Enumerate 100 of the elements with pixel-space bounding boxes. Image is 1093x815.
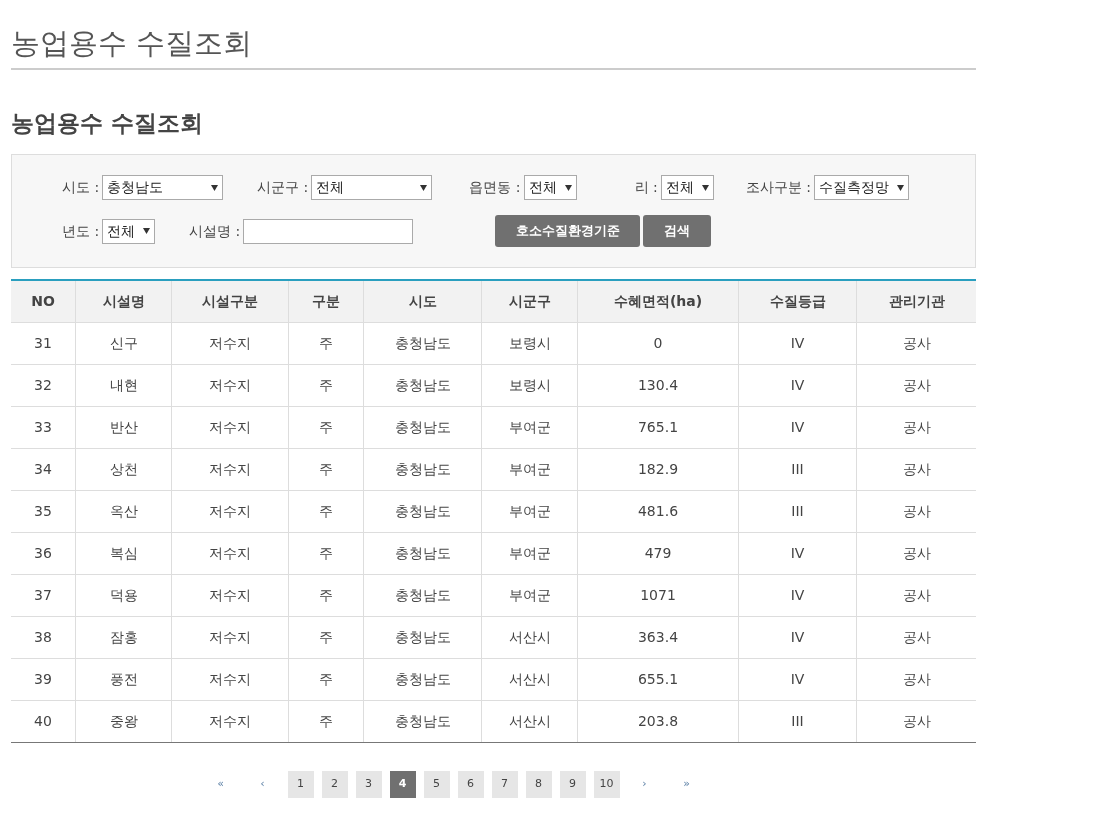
table-cell: IV [739,323,857,364]
filter-label: 시설명 : [189,221,241,241]
table-cell: 저수지 [172,617,289,658]
column-header: 시도 [364,281,482,322]
column-header: NO [11,281,76,322]
page-link[interactable]: 8 [525,771,552,798]
select-dropdown[interactable]: 충청남도 [102,175,224,200]
column-header: 관리기관 [887,292,946,311]
filter-label: 시도 : [62,178,100,197]
table-cell: 저수지 [172,533,289,574]
table-cell: 주 [289,533,364,574]
table-cell: 중왕 [76,701,172,742]
table-cell: 보령시 [482,365,578,406]
page-link[interactable]: 6 [457,771,484,798]
page-link[interactable]: 4 [389,771,416,798]
table-cell: 반산 [76,407,172,448]
table-cell: 충청남도 [364,533,482,574]
select-dropdown[interactable]: 전체 [523,175,577,200]
table-cell: 옥산 [76,491,172,532]
column-header: 시군구 [482,281,578,322]
table-cell: IV [739,365,857,406]
select-dropdown[interactable]: 전체 [660,175,714,200]
table-cell-text: 공사 [901,712,932,731]
caret-icon [896,184,904,191]
table-cell: 32 [11,365,76,406]
table-cell: 충청남도 [364,323,482,364]
column-header: 수질등급 [739,281,857,322]
filter-label: 년도 : [62,221,100,241]
last-page-link[interactable]: » [669,776,704,793]
table-cell: 주 [289,701,364,742]
table-cell: 충청남도 [364,659,482,700]
table-cell: III [739,449,857,490]
table-cell: 182.9 [578,449,739,490]
table-cell: 부여군 [482,449,578,490]
table-cell: 풍전 [76,659,172,700]
table-cell: 481.6 [578,491,739,532]
filter-label: 시군구 : [257,178,309,197]
table-cell: 내현 [76,365,172,406]
table-cell: 신구 [76,323,172,364]
table-cell: 363.4 [578,617,739,658]
table-cell-text: 공사 [901,586,932,605]
facility-name-field[interactable] [243,218,414,244]
table-cell: 203.8 [578,701,739,742]
table-cell: 부여군 [482,575,578,616]
table-cell: 31 [11,323,76,364]
table-cell-text: 공사 [901,460,932,479]
table-cell: 36 [11,533,76,574]
table-cell: 충청남도 [364,617,482,658]
table-cell: 복심 [76,533,172,574]
page-link[interactable]: 10 [593,771,620,798]
table-cell: 저수지 [172,449,289,490]
table-cell: 저수지 [172,491,289,532]
select-dropdown[interactable]: 전체 [102,218,156,244]
table-cell: 35 [11,491,76,532]
page-link[interactable]: 2 [321,771,348,798]
caret-icon [420,184,428,191]
table-cell: 655.1 [578,659,739,700]
table-cell: 저수지 [172,701,289,742]
filter-label: 리 : [634,178,658,197]
table-cell: 충청남도 [364,365,482,406]
table-cell: 부여군 [482,491,578,532]
select-dropdown[interactable]: 수질측정망 [813,175,909,200]
first-page-link[interactable]: « [203,776,238,793]
table-cell: 38 [11,617,76,658]
table-cell-text: 공사 [901,502,932,521]
table-cell: 충청남도 [364,575,482,616]
standards-button[interactable]: 호소수질환경기준 [495,215,641,247]
caret-icon [564,184,572,191]
search-button[interactable]: 검색 [643,215,712,247]
page-link[interactable]: 3 [355,771,382,798]
table-cell: 주 [289,323,364,364]
table-cell: 서산시 [482,659,578,700]
next-page-link[interactable]: › [627,776,662,793]
table-cell: 저수지 [172,323,289,364]
table-cell-text: 공사 [901,418,932,437]
previous-page-link[interactable]: ‹ [245,776,280,793]
table-cell: 부여군 [482,407,578,448]
table-cell: 34 [11,449,76,490]
table-cell-text: 공사 [901,670,932,689]
table-cell: 1071 [578,575,739,616]
table-cell: 저수지 [172,365,289,406]
column-header: 시설구분 [172,281,289,322]
table-cell: 479 [578,533,739,574]
table-cell-text: 공사 [901,628,932,647]
table-cell: 130.4 [578,365,739,406]
page-link[interactable]: 7 [491,771,518,798]
page-link[interactable]: 1 [287,771,314,798]
page-link[interactable]: 9 [559,771,586,798]
page-link[interactable]: 5 [423,771,450,798]
table-cell: 보령시 [482,323,578,364]
section-title: 농업용수 수질조회 [11,109,204,138]
table-cell: 주 [289,449,364,490]
table-cell: 서산시 [482,617,578,658]
table-cell: 0 [578,323,739,364]
table-cell: 37 [11,575,76,616]
table-cell: 충청남도 [364,491,482,532]
select-dropdown[interactable]: 전체 [311,175,433,200]
table-cell: 33 [11,407,76,448]
table-cell: IV [739,533,857,574]
table-cell: 서산시 [482,701,578,742]
